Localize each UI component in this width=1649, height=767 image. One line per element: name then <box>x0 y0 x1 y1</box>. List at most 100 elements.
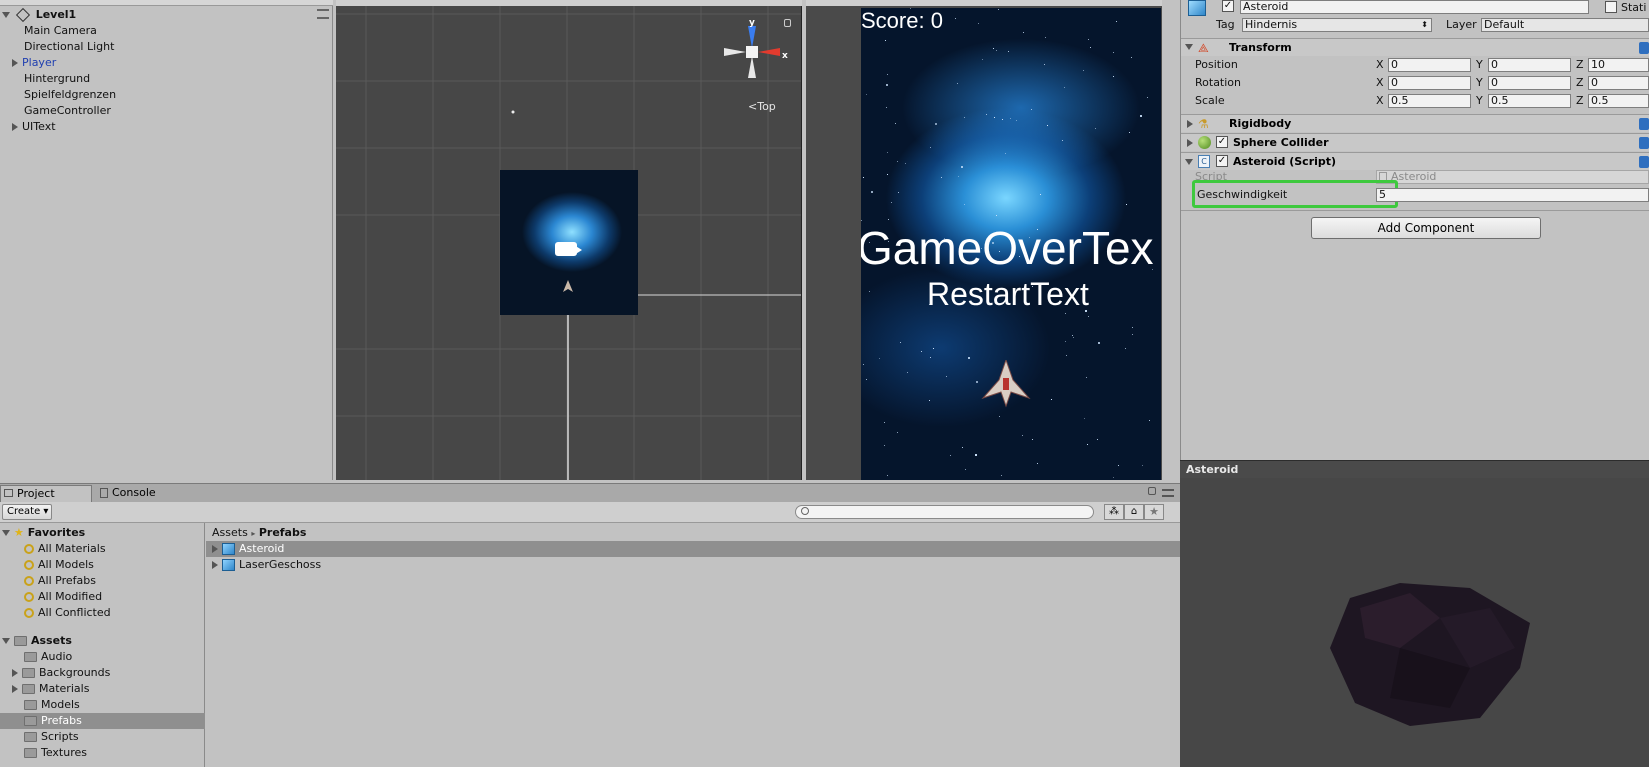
favorite-item-all-prefabs[interactable]: All Prefabs <box>24 573 96 589</box>
position-x-field[interactable]: 0 <box>1388 58 1471 72</box>
star <box>905 163 906 164</box>
file-item-lasergeschoss[interactable]: LaserGeschoss <box>212 557 321 573</box>
script-enabled-checkbox[interactable]: ✓ <box>1216 155 1228 167</box>
folder-label: Models <box>41 698 80 711</box>
expand-arrow-icon[interactable] <box>12 59 18 67</box>
tag-dropdown[interactable]: Hindernis ⬍ <box>1242 18 1432 32</box>
lock-icon[interactable] <box>1148 487 1156 495</box>
hierarchy-item-main-camera[interactable]: Main Camera <box>24 23 97 39</box>
breadcrumb-root[interactable]: Assets <box>212 526 248 539</box>
preview-viewport[interactable] <box>1180 478 1649 767</box>
collapse-arrow-icon[interactable] <box>1185 159 1193 165</box>
collapse-arrow-icon[interactable] <box>1185 44 1193 50</box>
active-checkbox[interactable]: ✓ <box>1222 0 1234 12</box>
speed-field[interactable]: 5 <box>1376 188 1649 202</box>
expand-arrow-icon[interactable] <box>2 12 10 18</box>
console-icon <box>100 488 108 498</box>
game-view[interactable]: Score: 0 GameOverTex RestartText <box>861 8 1161 480</box>
hierarchy-item-uitext[interactable]: UIText <box>12 119 56 135</box>
rigidbody-header[interactable]: ⚗ Rigidbody <box>1181 114 1649 132</box>
star <box>1140 115 1142 117</box>
favorite-item-all-materials[interactable]: All Materials <box>24 541 106 557</box>
expand-arrow-icon[interactable] <box>12 123 18 131</box>
folder-item-backgrounds[interactable]: Backgrounds <box>12 665 110 681</box>
favorite-star-icon[interactable]: ★ <box>1144 504 1164 520</box>
tag-label: Tag <box>1216 18 1235 31</box>
favorite-item-all-models[interactable]: All Models <box>24 557 94 573</box>
asteroid-script-title: Asteroid (Script) <box>1233 155 1337 168</box>
expand-arrow-icon[interactable] <box>12 685 18 693</box>
scene-view[interactable]: y x <Top <box>336 0 802 480</box>
hierarchy-item-hintergrund[interactable]: Hintergrund <box>24 71 90 87</box>
create-label: Create <box>7 506 41 517</box>
rotation-x-field[interactable]: 0 <box>1388 76 1471 90</box>
star <box>1066 355 1067 356</box>
create-button[interactable]: Create ▾ <box>2 504 52 520</box>
expand-arrow-icon[interactable] <box>212 545 218 553</box>
star <box>1051 399 1052 400</box>
tab-project[interactable]: Project <box>0 485 92 502</box>
position-y-field[interactable]: 0 <box>1488 58 1571 72</box>
scale-y-field[interactable]: 0.5 <box>1488 94 1571 108</box>
project-search-input[interactable] <box>795 505 1094 519</box>
hierarchy-item-spielfeldgrenzen[interactable]: Spielfeldgrenzen <box>24 87 116 103</box>
rotation-y-field[interactable]: 0 <box>1488 76 1571 90</box>
component-settings-icon[interactable] <box>1639 137 1649 149</box>
prefab-cube-icon <box>222 543 235 555</box>
gameover-text: GameOverTex <box>861 222 1154 274</box>
folder-item-models[interactable]: Models <box>24 697 80 713</box>
sphere-collider-checkbox[interactable]: ✓ <box>1216 136 1228 148</box>
folder-item-prefabs[interactable]: Prefabs <box>24 713 82 729</box>
hierarchy-menu-icon[interactable] <box>317 9 329 19</box>
file-item-asteroid[interactable]: Asteroid <box>212 541 284 557</box>
expand-arrow-icon[interactable] <box>212 561 218 569</box>
sphere-collider-header[interactable]: ✓ Sphere Collider <box>1181 133 1649 151</box>
expand-arrow-icon[interactable] <box>12 669 18 677</box>
assets-header[interactable]: Assets <box>2 633 72 649</box>
star <box>1118 465 1119 466</box>
rotation-z-field[interactable]: 0 <box>1588 76 1649 90</box>
expand-arrow-icon[interactable] <box>1187 120 1193 128</box>
collapse-arrow-icon[interactable] <box>2 638 10 644</box>
view-mode-label[interactable]: <Top <box>748 100 776 113</box>
hierarchy-item-gamecontroller[interactable]: GameController <box>24 103 111 119</box>
script-icon: C <box>1198 155 1210 168</box>
folder-item-scripts[interactable]: Scripts <box>24 729 79 745</box>
add-component-button[interactable]: Add Component <box>1311 217 1541 239</box>
search-filter-icon <box>24 576 34 586</box>
folder-item-audio[interactable]: Audio <box>24 649 72 665</box>
scale-label: Scale <box>1195 94 1225 107</box>
filter-by-label-icon[interactable]: ⌂ <box>1124 504 1144 520</box>
star <box>1125 348 1126 349</box>
breadcrumb-current[interactable]: Prefabs <box>259 526 307 539</box>
lock-icon[interactable] <box>784 19 791 27</box>
star <box>887 74 888 75</box>
layer-dropdown[interactable]: Default <box>1481 18 1649 32</box>
object-name-field[interactable]: Asteroid <box>1240 0 1589 14</box>
folder-item-textures[interactable]: Textures <box>24 745 87 761</box>
static-checkbox[interactable] <box>1605 1 1617 13</box>
component-settings-icon[interactable] <box>1639 156 1649 168</box>
panel-menu-icon[interactable] <box>1162 489 1174 497</box>
filter-by-type-icon[interactable]: ⁂ <box>1104 504 1124 520</box>
position-z-field[interactable]: 10 <box>1588 58 1649 72</box>
asteroid-script-header[interactable]: C ✓ Asteroid (Script) <box>1181 152 1649 170</box>
transform-header[interactable]: ⟁ Transform <box>1181 38 1649 56</box>
favorites-header[interactable]: ★ Favorites <box>2 525 85 541</box>
hierarchy-item-directional-light[interactable]: Directional Light <box>24 39 114 55</box>
hierarchy-item-player[interactable]: Player <box>12 55 56 71</box>
favorite-item-all-modified[interactable]: All Modified <box>24 589 102 605</box>
scene-root[interactable]: Level1 <box>2 7 76 23</box>
folder-item-materials[interactable]: Materials <box>12 681 89 697</box>
scene-background-sprite[interactable] <box>500 170 638 315</box>
component-settings-icon[interactable] <box>1639 42 1649 54</box>
star <box>895 123 896 124</box>
component-settings-icon[interactable] <box>1639 118 1649 130</box>
scale-z-field[interactable]: 0.5 <box>1588 94 1649 108</box>
star <box>863 177 864 178</box>
favorite-item-all-conflicted[interactable]: All Conflicted <box>24 605 111 621</box>
tab-console[interactable]: Console <box>96 485 176 502</box>
collapse-arrow-icon[interactable] <box>2 530 10 536</box>
expand-arrow-icon[interactable] <box>1187 139 1193 147</box>
scale-x-field[interactable]: 0.5 <box>1388 94 1471 108</box>
